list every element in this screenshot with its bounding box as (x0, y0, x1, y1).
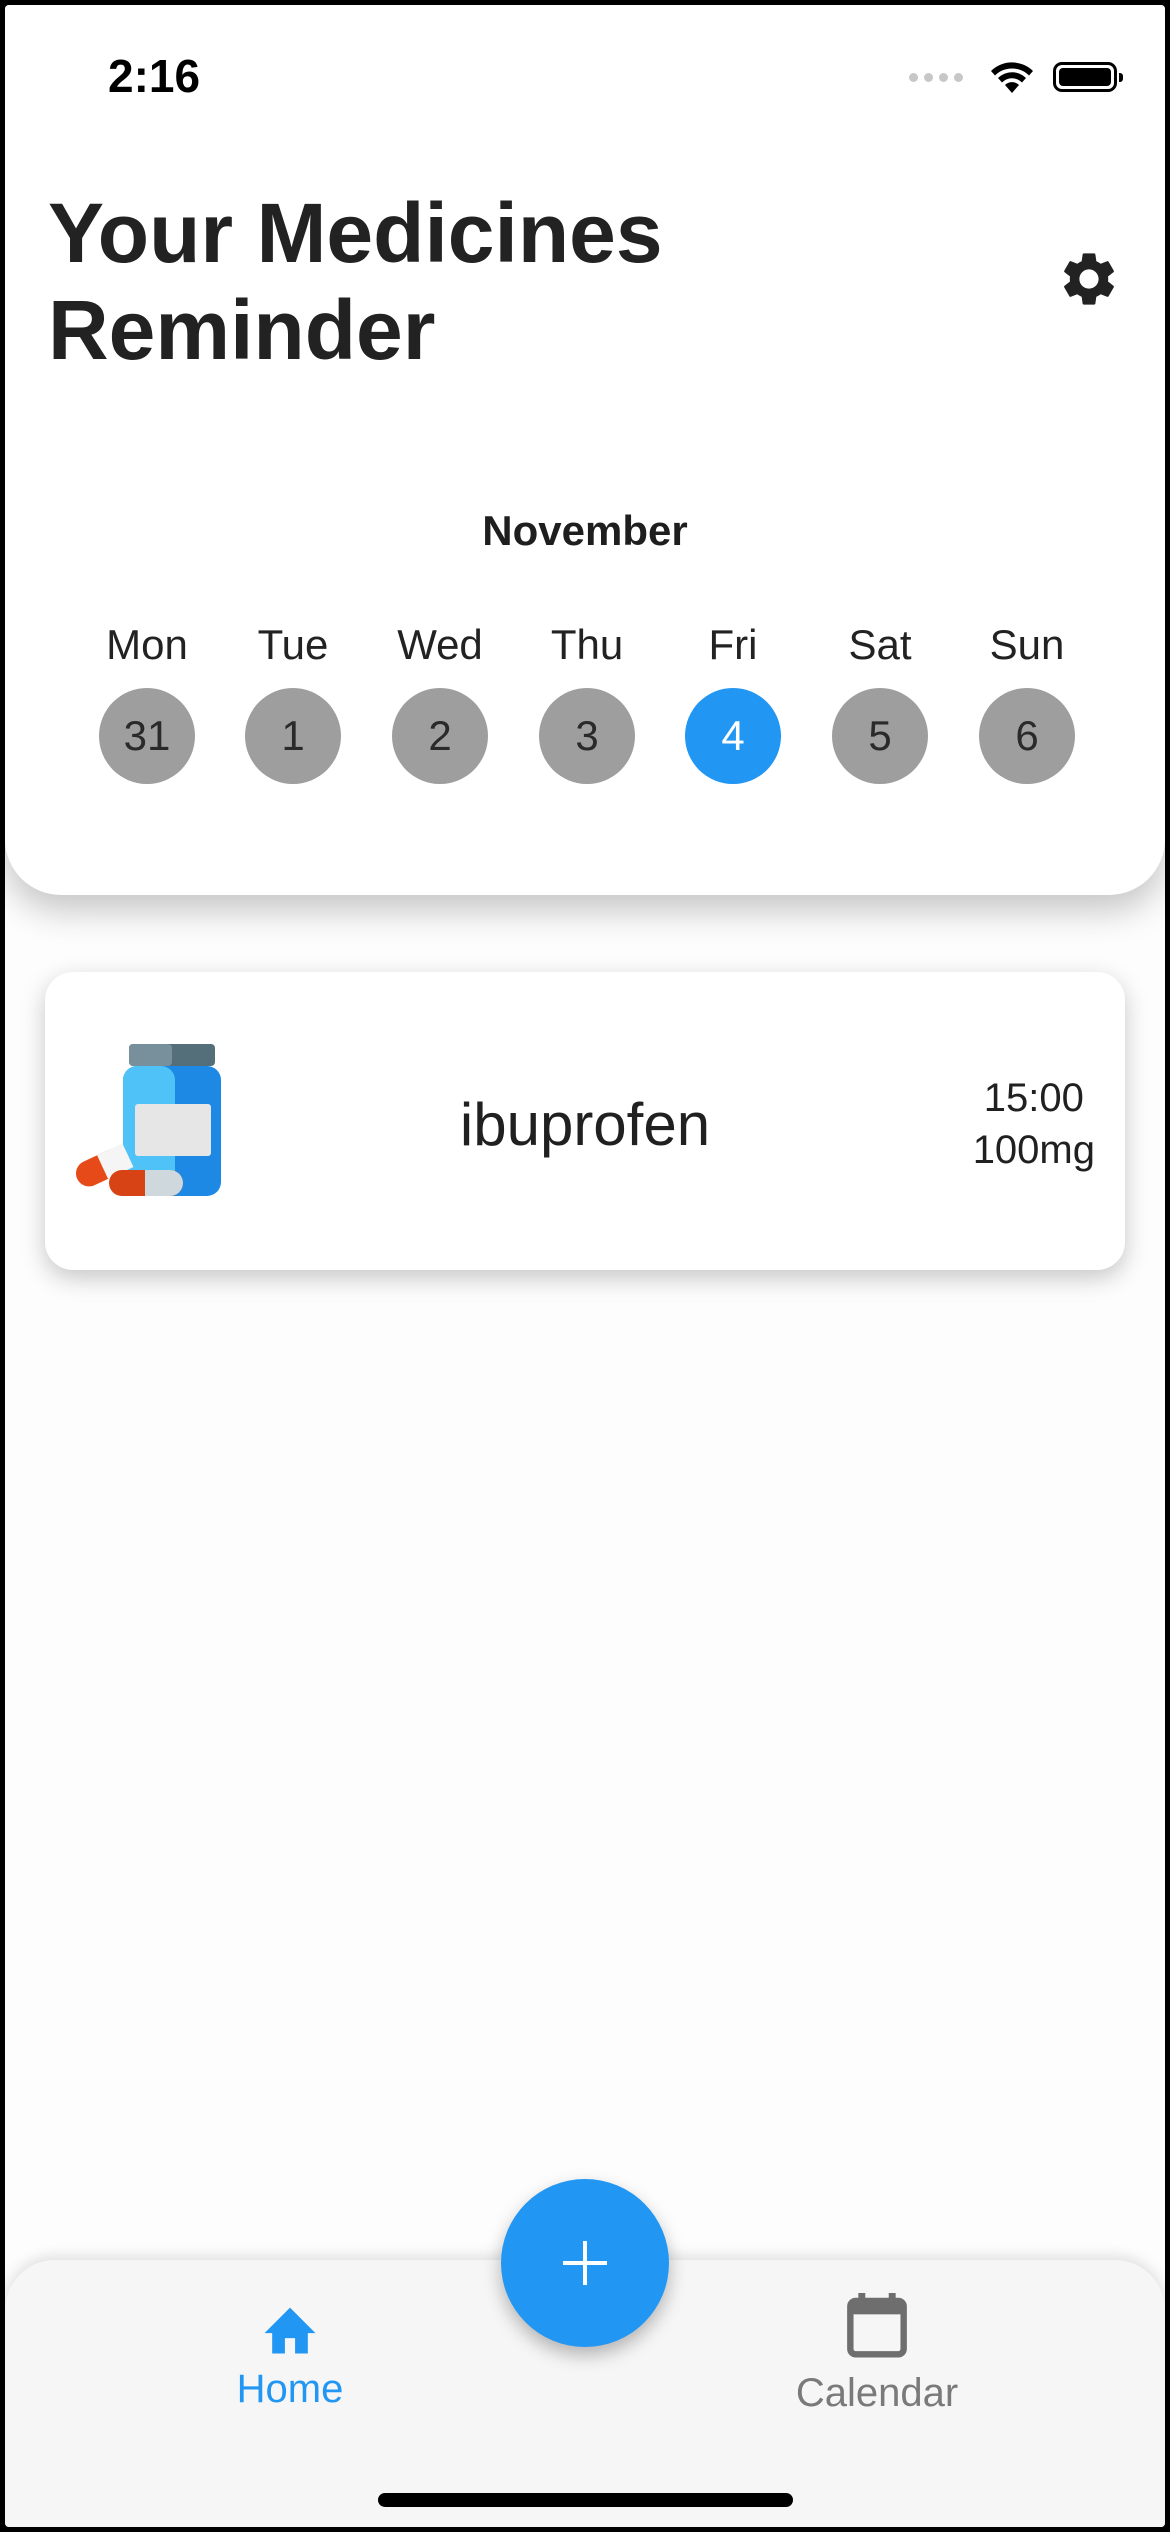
medicine-card[interactable]: ibuprofen 15:00 100mg (45, 972, 1125, 1270)
day-mon[interactable]: Mon 31 (77, 620, 217, 784)
plus-icon (563, 2241, 607, 2285)
title-line-1: Your Medicines (48, 186, 663, 280)
day-fri[interactable]: Fri 4 (663, 620, 803, 784)
day-wed[interactable]: Wed 2 (370, 620, 510, 784)
day-name: Fri (708, 621, 758, 668)
battery-icon (1053, 62, 1123, 92)
day-sat[interactable]: Sat 5 (810, 620, 950, 784)
day-name: Sun (989, 621, 1065, 668)
page-title: Your Medicines Reminder (48, 185, 808, 379)
medicine-dose: 100mg (972, 1128, 1095, 1172)
cellular-signal-icon (909, 72, 963, 82)
calendar-icon (847, 2293, 907, 2358)
day-thu[interactable]: Thu 3 (517, 620, 657, 784)
day-name: Thu (550, 621, 624, 668)
day-number[interactable]: 5 (832, 688, 928, 784)
day-number[interactable]: 3 (539, 688, 635, 784)
title-line-2: Reminder (48, 283, 436, 377)
add-medicine-button[interactable] (501, 2179, 669, 2347)
gear-icon[interactable] (1057, 247, 1121, 311)
nav-home[interactable]: Home (190, 2300, 390, 2412)
header-card: 2:16 Your Medicines Reminder November Mo… (5, 5, 1165, 895)
day-sun[interactable]: Sun 6 (957, 620, 1097, 784)
medicine-schedule: 15:00 100mg (973, 1072, 1095, 1176)
day-number[interactable]: 1 (245, 688, 341, 784)
medicine-time: 15:00 (983, 1076, 1084, 1120)
day-number-selected[interactable]: 4 (685, 688, 781, 784)
day-number[interactable]: 2 (392, 688, 488, 784)
day-tue[interactable]: Tue 1 (223, 620, 363, 784)
day-number[interactable]: 6 (979, 688, 1075, 784)
day-name: Sat (848, 621, 912, 668)
day-name: Mon (106, 621, 188, 668)
status-icons (909, 57, 1123, 97)
home-icon (264, 2307, 316, 2354)
medicine-name: ibuprofen (459, 1091, 711, 1158)
home-indicator (378, 2493, 793, 2507)
day-number[interactable]: 31 (99, 688, 195, 784)
nav-calendar-label: Calendar (795, 2371, 959, 2415)
wifi-icon (991, 62, 1033, 93)
calendar-month: November (482, 507, 688, 554)
day-name: Wed (397, 621, 483, 668)
nav-home-label: Home (236, 2367, 344, 2411)
app-screen: 2:16 Your Medicines Reminder November Mo… (5, 5, 1165, 2527)
status-time: 2:16 (108, 50, 201, 102)
day-name: Tue (257, 621, 329, 668)
nav-calendar[interactable]: Calendar (777, 2290, 977, 2416)
